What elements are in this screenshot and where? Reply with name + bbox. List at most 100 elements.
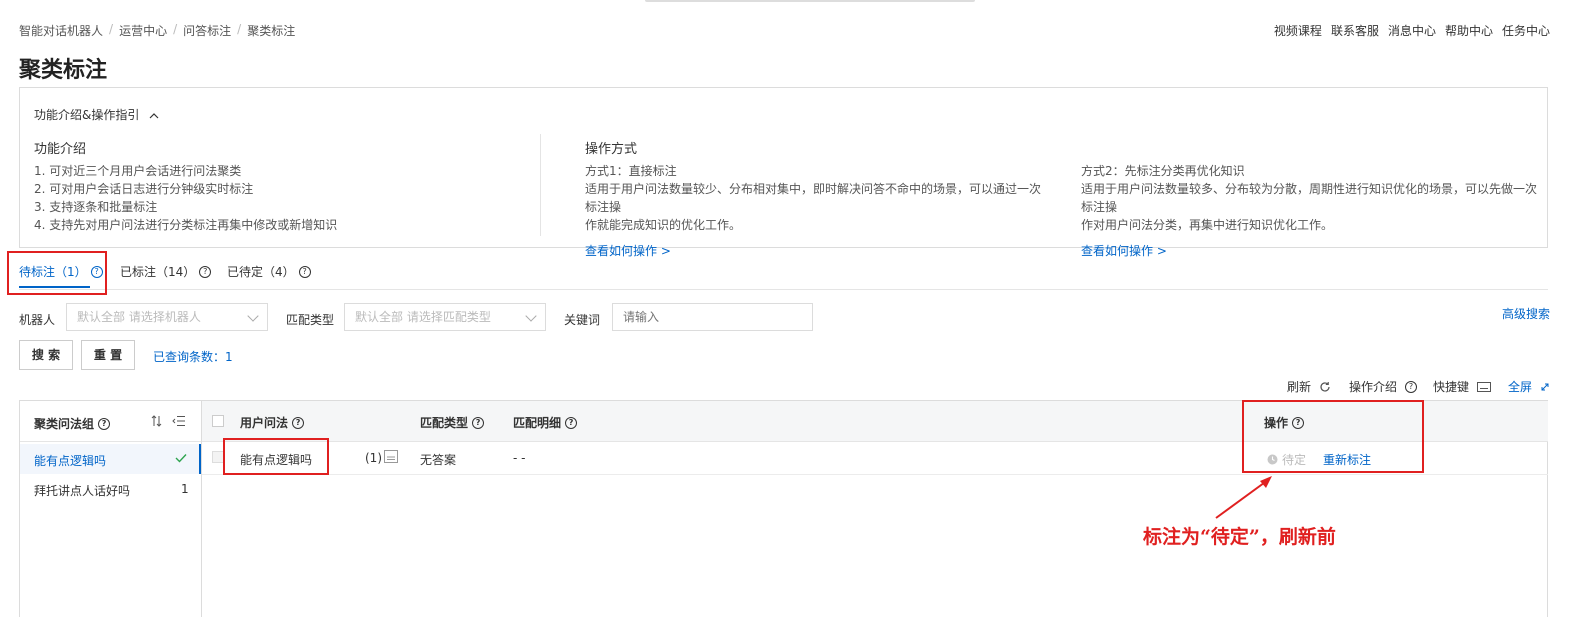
robot-select[interactable]: 默认全部 请选择机器人 xyxy=(66,303,268,331)
top-links: 视频课程 联系客服 消息中心 帮助中心 任务中心 xyxy=(1274,22,1550,39)
breadcrumb-separator: / xyxy=(237,22,242,36)
cluster-group-pane: 聚类问法组 ? 能有点逻辑吗 拜托讲点人话好吗 1 xyxy=(19,400,202,617)
operation-intro-button[interactable]: 操作介绍 ? xyxy=(1349,378,1418,395)
help-icon[interactable]: ? xyxy=(565,416,578,429)
divider xyxy=(20,441,201,442)
match-type-filter-label: 匹配类型 xyxy=(286,313,335,327)
column-header-match-type: 匹配类型 ? xyxy=(420,414,485,431)
top-link-video-course[interactable]: 视频课程 xyxy=(1274,22,1322,39)
column-header-match-type-label: 匹配类型 xyxy=(420,416,469,430)
refresh-label: 刷新 xyxy=(1287,380,1312,394)
cluster-group-header: 聚类问法组 ? xyxy=(34,415,111,432)
feature-list: 1. 可对近三个月用户会话进行问法聚类 2. 可对用户会话日志进行分钟级实时标注… xyxy=(34,162,337,234)
intro-toggle-label: 功能介绍&操作指引 xyxy=(34,108,140,122)
copy-icon[interactable] xyxy=(384,450,398,463)
reset-button[interactable]: 重 置 xyxy=(81,340,135,370)
robot-select-placeholder: 默认全部 请选择机器人 xyxy=(77,310,201,324)
top-link-contact-support[interactable]: 联系客服 xyxy=(1331,22,1379,39)
refresh-icon xyxy=(1320,381,1330,392)
intro-divider xyxy=(540,134,541,236)
breadcrumb-item[interactable]: 运营中心 xyxy=(119,22,167,39)
keyword-filter-label: 关键词 xyxy=(564,313,601,327)
breadcrumb-current: 聚类标注 xyxy=(247,24,296,38)
mode2-desc: 作对用户问法分类，再集中进行知识优化工作。 xyxy=(1081,218,1334,232)
select-all-checkbox[interactable] xyxy=(212,415,224,427)
refresh-button[interactable]: 刷新 xyxy=(1287,378,1331,395)
top-link-help-center[interactable]: 帮助中心 xyxy=(1445,22,1493,39)
top-link-message-center[interactable]: 消息中心 xyxy=(1388,22,1436,39)
feature-title: 功能介绍 xyxy=(34,142,87,157)
cluster-group-item-label: 拜托讲点人话好吗 xyxy=(34,484,131,498)
operation-title: 操作方式 xyxy=(585,142,638,157)
active-indicator xyxy=(199,444,201,474)
breadcrumb-item[interactable]: 问答标注 xyxy=(183,22,231,39)
column-header-match-detail: 匹配明细 ? xyxy=(513,414,578,431)
feature-line: 3. 支持逐条和批量标注 xyxy=(34,200,158,214)
chevron-down-icon xyxy=(247,310,259,322)
help-icon[interactable]: ? xyxy=(292,416,305,429)
search-button[interactable]: 搜 索 xyxy=(19,340,73,370)
row-question-count: (1) xyxy=(365,451,382,465)
row-match-type: 无答案 xyxy=(420,453,457,467)
sort-icon[interactable] xyxy=(151,415,163,427)
column-header-question: 用户问法 ? xyxy=(240,414,305,431)
breadcrumb-separator: / xyxy=(173,22,178,36)
help-icon[interactable]: ? xyxy=(472,416,485,429)
highlight-box-question xyxy=(223,438,329,475)
mode2-title: 方式2：先标注分类再优化知识 xyxy=(1081,164,1245,178)
help-icon[interactable]: ? xyxy=(98,417,111,430)
row-match-detail: - - xyxy=(513,451,526,465)
match-type-select[interactable]: 默认全部 请选择匹配类型 xyxy=(344,303,546,331)
result-count: 已查询条数：1 xyxy=(153,350,233,364)
cluster-group-item-label: 能有点逻辑吗 xyxy=(34,454,107,468)
column-header-match-detail-label: 匹配明细 xyxy=(513,416,562,430)
intro-toggle[interactable]: 功能介绍&操作指引 xyxy=(34,106,159,123)
breadcrumb: 智能对话机器人 / 运营中心 / 问答标注 / 聚类标注 xyxy=(19,22,295,39)
mode1-title: 方式1：直接标注 xyxy=(585,164,677,178)
mode1-block: 方式1：直接标注 适用于用户问法数量较少、分布相对集中，即时解决问答不命中的场景… xyxy=(585,162,1045,259)
feature-line: 4. 支持先对用户问法进行分类标注再集中修改或新增知识 xyxy=(34,218,338,232)
mode1-desc: 适用于用户问法数量较少、分布相对集中，即时解决问答不命中的场景，可以通过一次标注… xyxy=(585,182,1042,214)
cluster-group-item[interactable]: 拜托讲点人话好吗 1 xyxy=(20,474,201,504)
chevron-down-icon xyxy=(525,310,537,322)
operation-intro-label: 操作介绍 xyxy=(1349,380,1398,394)
tab-undecided-label: 已待定（4） xyxy=(227,265,295,279)
fullscreen-button[interactable]: 全屏 xyxy=(1508,378,1550,395)
help-icon[interactable]: ? xyxy=(199,265,212,278)
intro-panel: 功能介绍&操作指引 功能介绍 1. 可对近三个月用户会话进行问法聚类 2. 可对… xyxy=(19,87,1548,258)
mode1-desc: 作就能完成知识的优化工作。 xyxy=(585,218,742,232)
tab-bar: 待标注（1） ? 已标注（14） ? 已待定（4） ? xyxy=(19,255,1548,290)
cluster-group-title: 聚类问法组 xyxy=(34,417,95,431)
help-icon: ? xyxy=(1405,380,1418,393)
highlight-box-tab xyxy=(7,251,107,295)
mode2-desc: 适用于用户问法数量较多、分布较为分散，周期性进行知识优化的场景，可以先做一次标注… xyxy=(1081,182,1538,214)
shortcut-button[interactable]: 快捷键 xyxy=(1433,378,1492,395)
highlight-box-action xyxy=(1242,400,1424,473)
tab-labeled-label: 已标注（14） xyxy=(120,265,196,279)
annotation-text: 标注为“待定”，刷新前 xyxy=(1143,526,1336,548)
feature-line: 2. 可对用户会话日志进行分钟级实时标注 xyxy=(34,182,254,196)
shortcut-label: 快捷键 xyxy=(1433,380,1470,394)
help-icon[interactable]: ? xyxy=(298,265,311,278)
tab-undecided[interactable]: 已待定（4） ? xyxy=(227,263,311,280)
mode2-block: 方式2：先标注分类再优化知识 适用于用户问法数量较多、分布较为分散，周期性进行知… xyxy=(1081,162,1541,259)
top-link-task-center[interactable]: 任务中心 xyxy=(1502,22,1550,39)
column-header-question-label: 用户问法 xyxy=(240,416,289,430)
collapse-list-icon[interactable] xyxy=(172,415,185,427)
keyboard-icon xyxy=(1477,381,1492,392)
feature-line: 1. 可对近三个月用户会话进行问法聚类 xyxy=(34,164,242,178)
match-type-select-placeholder: 默认全部 请选择匹配类型 xyxy=(355,310,491,324)
chevron-up-icon xyxy=(149,113,159,119)
cluster-group-item-count: 1 xyxy=(181,482,189,496)
expand-icon xyxy=(1541,383,1549,390)
breadcrumb-item[interactable]: 智能对话机器人 xyxy=(19,22,103,39)
tab-labeled[interactable]: 已标注（14） ? xyxy=(120,263,212,280)
check-icon xyxy=(175,454,187,463)
fullscreen-label: 全屏 xyxy=(1508,380,1533,394)
window-top-handle xyxy=(645,0,975,2)
keyword-input[interactable] xyxy=(612,303,813,331)
advanced-search-link[interactable]: 高级搜索 xyxy=(1502,305,1550,322)
annotation-arrow-icon xyxy=(1215,476,1272,519)
page-title: 聚类标注 xyxy=(19,58,108,83)
cluster-group-item[interactable]: 能有点逻辑吗 xyxy=(20,444,201,474)
